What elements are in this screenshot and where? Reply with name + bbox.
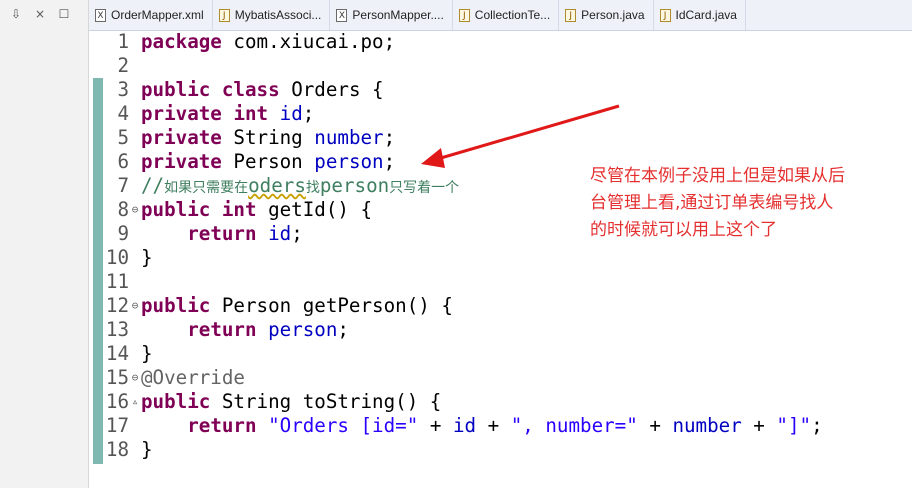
tab-idcard-java[interactable]: J IdCard.java	[654, 0, 746, 30]
line-number: 5	[117, 126, 129, 149]
line-number: 11	[105, 270, 129, 293]
code-line[interactable]: 11	[89, 270, 912, 294]
tab-label: Person.java	[581, 8, 645, 22]
code-line[interactable]: 18}	[89, 438, 912, 462]
tab-label: MybatisAssoci...	[234, 8, 322, 22]
line-number: 12	[105, 294, 129, 317]
code-line[interactable]: 13 return person;	[89, 318, 912, 342]
code-editor: X OrderMapper.xml J MybatisAssoci... X Person…	[89, 0, 912, 488]
code-text: }	[141, 342, 153, 365]
code-text: public class Orders {	[141, 78, 384, 101]
line-number: 10	[105, 246, 129, 269]
line-number: 15	[105, 366, 129, 389]
line-number: 18	[105, 438, 129, 461]
java-file-icon: J	[218, 8, 230, 22]
code-line[interactable]: 4 private int id;	[89, 102, 912, 126]
code-text: //如果只需要在oders找person只写着一个	[141, 174, 460, 197]
xml-file-icon: X	[95, 8, 106, 22]
code-line[interactable]: 10}	[89, 246, 912, 270]
annotation-note: 尽管在本例子没用上但是如果从后 台管理上看,通过订单表编号找人 的时候就可以用上…	[590, 163, 910, 244]
code-text: public Person getPerson() {	[141, 294, 453, 317]
code-text: package com.xiucai.po;	[141, 30, 396, 53]
code-line[interactable]: 2	[89, 54, 912, 78]
code-line[interactable]: 17 return "Orders [id=" + id + ", number…	[89, 414, 912, 438]
tab-label: OrderMapper.xml	[111, 8, 204, 22]
maximize-icon[interactable]: ☐	[56, 6, 72, 22]
code-text: return id;	[187, 222, 303, 245]
code-text: private Person person;	[141, 150, 396, 173]
tab-collectionte[interactable]: J CollectionTe...	[453, 0, 560, 30]
code-line[interactable]: 15 ⊖ @Override	[89, 366, 912, 390]
annotation-line: 的时候就可以用上这个了	[590, 220, 777, 240]
line-number: 13	[105, 318, 129, 341]
code-line[interactable]: 3 public class Orders {	[89, 78, 912, 102]
code-text: public int getId() {	[141, 198, 373, 221]
code-text: public String toString() {	[141, 390, 442, 413]
close-icon[interactable]: ×	[32, 6, 48, 22]
line-number: 8	[117, 198, 129, 221]
tab-label: IdCard.java	[675, 8, 737, 22]
code-text: private String number;	[141, 126, 396, 149]
code-text: @Override	[141, 366, 245, 389]
panel-window-controls: ⇩ × ☐	[8, 6, 72, 22]
minimized-panel-strip: ⇩ × ☐	[0, 0, 89, 488]
code-text: private int id;	[141, 102, 315, 125]
xml-file-icon: X	[336, 8, 348, 22]
line-number: 4	[117, 102, 129, 125]
annotation-line: 台管理上看,通过订单表编号找人	[590, 193, 834, 213]
code-text: }	[141, 438, 153, 461]
fold-toggle-icon[interactable]: ⊖	[129, 198, 141, 222]
line-number: 14	[105, 342, 129, 365]
code-text: }	[141, 246, 153, 269]
tab-label: CollectionTe...	[474, 8, 551, 22]
code-line[interactable]: 5 private String number;	[89, 126, 912, 150]
tab-mybatisassoci[interactable]: J MybatisAssoci...	[213, 0, 331, 30]
tab-personmapper[interactable]: X PersonMapper....	[330, 0, 453, 30]
line-number: 1	[117, 30, 129, 53]
line-number: 7	[117, 174, 129, 197]
code-text: return "Orders [id=" + id + ", number=" …	[187, 414, 823, 437]
line-number: 9	[117, 222, 129, 245]
line-number: 16	[105, 390, 129, 413]
java-file-icon: J	[659, 8, 671, 22]
tab-ordermapper-xml[interactable]: X OrderMapper.xml	[89, 0, 213, 30]
java-file-icon: J	[458, 8, 470, 22]
annotation-line: 尽管在本例子没用上但是如果从后	[590, 166, 845, 186]
fold-toggle-icon[interactable]: ⊖	[129, 294, 141, 318]
fold-toggle-icon[interactable]: ⊖	[129, 366, 141, 390]
code-line[interactable]: 16 ▵ public String toString() {	[89, 390, 912, 414]
editor-tab-bar: X OrderMapper.xml J MybatisAssoci... X Person…	[89, 0, 912, 31]
code-text: return person;	[187, 318, 349, 341]
tab-label: PersonMapper....	[352, 8, 444, 22]
code-line[interactable]: 12 ⊖ public Person getPerson() {	[89, 294, 912, 318]
restore-icon[interactable]: ⇩	[8, 6, 24, 22]
code-line[interactable]: 14}	[89, 342, 912, 366]
line-number: 3	[117, 78, 129, 101]
line-number: 2	[117, 54, 129, 77]
tab-person-java[interactable]: J Person.java	[559, 0, 654, 30]
java-file-icon: J	[565, 8, 577, 22]
fold-toggle-icon[interactable]: ▵	[129, 390, 141, 414]
line-number: 6	[117, 150, 129, 173]
code-area[interactable]: 1 package com.xiucai.po; 2 3 public class Or…	[89, 30, 912, 462]
code-line[interactable]: 1 package com.xiucai.po;	[89, 30, 912, 54]
line-number: 17	[105, 414, 129, 437]
